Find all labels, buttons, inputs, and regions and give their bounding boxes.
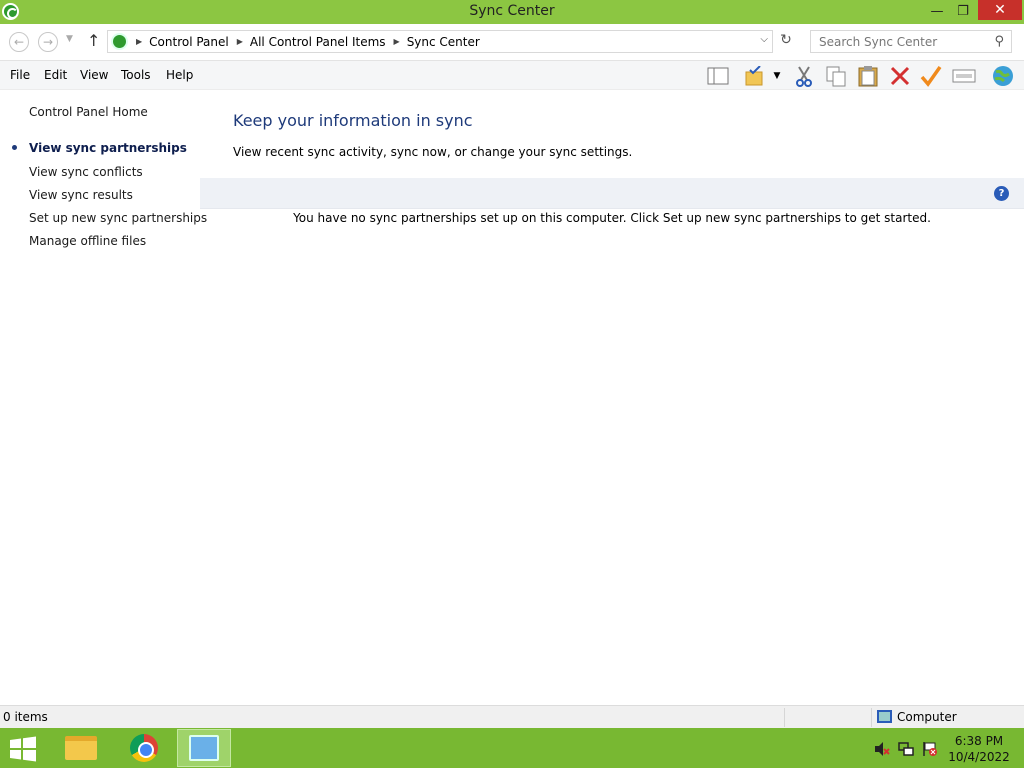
address-bar[interactable]: ▶ Control Panel ▶ All Control Panel Item… — [107, 30, 773, 53]
control-panel-icon — [189, 735, 219, 761]
menu-tools[interactable]: Tools — [121, 68, 151, 82]
minimize-button[interactable]: — — [924, 0, 950, 22]
search-icon[interactable]: ⚲ — [994, 34, 1004, 49]
task-view-sync-conflicts[interactable]: View sync conflicts — [29, 165, 143, 179]
control-panel-taskbar-button[interactable] — [177, 729, 231, 767]
folder-icon — [65, 736, 97, 760]
computer-icon — [877, 710, 892, 723]
task-view-sync-partnerships[interactable]: View sync partnerships — [29, 141, 187, 155]
item-count: 0 items — [3, 710, 48, 724]
task-manage-offline-files[interactable]: Manage offline files — [29, 234, 146, 248]
chevron-down-icon[interactable]: ⌵ — [760, 34, 768, 45]
clock-time: 6:38 PM — [954, 734, 1004, 748]
restore-button[interactable]: ❐ — [950, 0, 976, 22]
paste-icon[interactable] — [856, 64, 880, 88]
menu-view[interactable]: View — [80, 68, 108, 82]
page-title: Keep your information in sync — [233, 111, 473, 130]
delete-icon[interactable] — [888, 64, 912, 88]
network-icon[interactable] — [898, 741, 914, 757]
cut-icon[interactable] — [792, 64, 816, 88]
check-icon[interactable] — [919, 64, 943, 88]
globe-icon[interactable] — [991, 64, 1015, 88]
menu-bar: File Edit View Tools Help ▼ — [0, 61, 1024, 90]
copy-icon[interactable] — [824, 64, 848, 88]
status-divider — [784, 708, 785, 727]
forward-button[interactable]: → — [38, 32, 58, 52]
menu-edit[interactable]: Edit — [44, 68, 67, 82]
main-content: Keep your information in sync View recen… — [200, 90, 1024, 705]
chrome-icon — [130, 734, 158, 762]
active-task-bullet-icon — [12, 145, 17, 150]
title-bar: Sync Center — ❐ ✕ — [0, 0, 1024, 24]
task-set-up-new-sync-partnerships[interactable]: Set up new sync partnerships — [29, 211, 207, 225]
taskbar: 6:38 PM 10/4/2022 — [0, 728, 1024, 768]
breadcrumb-control-panel[interactable]: Control Panel — [149, 35, 229, 49]
menu-help[interactable]: Help — [166, 68, 193, 82]
page-description: View recent sync activity, sync now, or … — [233, 145, 633, 159]
action-center-icon[interactable] — [922, 741, 938, 757]
menu-file[interactable]: File — [10, 68, 30, 82]
chrome-taskbar-button[interactable] — [117, 729, 171, 767]
breadcrumb-all-items[interactable]: All Control Panel Items — [250, 35, 386, 49]
navigation-bar: ← → ▼ ↑ ▶ Control Panel ▶ All Control Pa… — [0, 24, 1024, 61]
recent-locations-dropdown[interactable]: ▼ — [66, 34, 73, 44]
search-input[interactable] — [819, 34, 989, 49]
help-icon[interactable]: ? — [994, 186, 1009, 201]
empty-state-message: You have no sync partnerships set up on … — [293, 211, 931, 225]
chevron-down-icon[interactable]: ▼ — [769, 64, 785, 88]
control-panel-home-link[interactable]: Control Panel Home — [29, 105, 148, 119]
close-button[interactable]: ✕ — [978, 0, 1022, 20]
volume-muted-icon[interactable] — [874, 741, 890, 757]
breadcrumb-separator-icon[interactable]: ▶ — [394, 37, 400, 46]
up-button[interactable]: ↑ — [87, 31, 100, 50]
sync-center-icon — [111, 33, 128, 50]
windows-start-icon[interactable] — [8, 736, 40, 762]
refresh-icon[interactable]: ↻ — [776, 32, 796, 52]
breadcrumb-separator-icon[interactable]: ▶ — [237, 37, 243, 46]
file-explorer-taskbar-button[interactable] — [54, 729, 108, 767]
layout-pane-icon[interactable] — [706, 64, 730, 88]
breadcrumb-sync-center[interactable]: Sync Center — [407, 35, 480, 49]
search-box[interactable]: ⚲ — [810, 30, 1012, 53]
status-location: Computer — [897, 710, 957, 724]
window-title: Sync Center — [469, 3, 555, 19]
rename-icon[interactable] — [952, 64, 976, 88]
properties-icon[interactable] — [743, 64, 767, 88]
clock[interactable]: 6:38 PM 10/4/2022 — [948, 733, 1010, 765]
command-strip: ? — [200, 178, 1024, 209]
status-divider — [871, 708, 872, 727]
left-pane: Control Panel Home View sync partnership… — [0, 90, 207, 705]
task-view-sync-results[interactable]: View sync results — [29, 188, 133, 202]
breadcrumb-separator-icon[interactable]: ▶ — [136, 37, 142, 46]
back-button[interactable]: ← — [9, 32, 29, 52]
clock-date: 10/4/2022 — [948, 750, 1010, 764]
status-bar: 0 items Computer — [0, 705, 1024, 728]
